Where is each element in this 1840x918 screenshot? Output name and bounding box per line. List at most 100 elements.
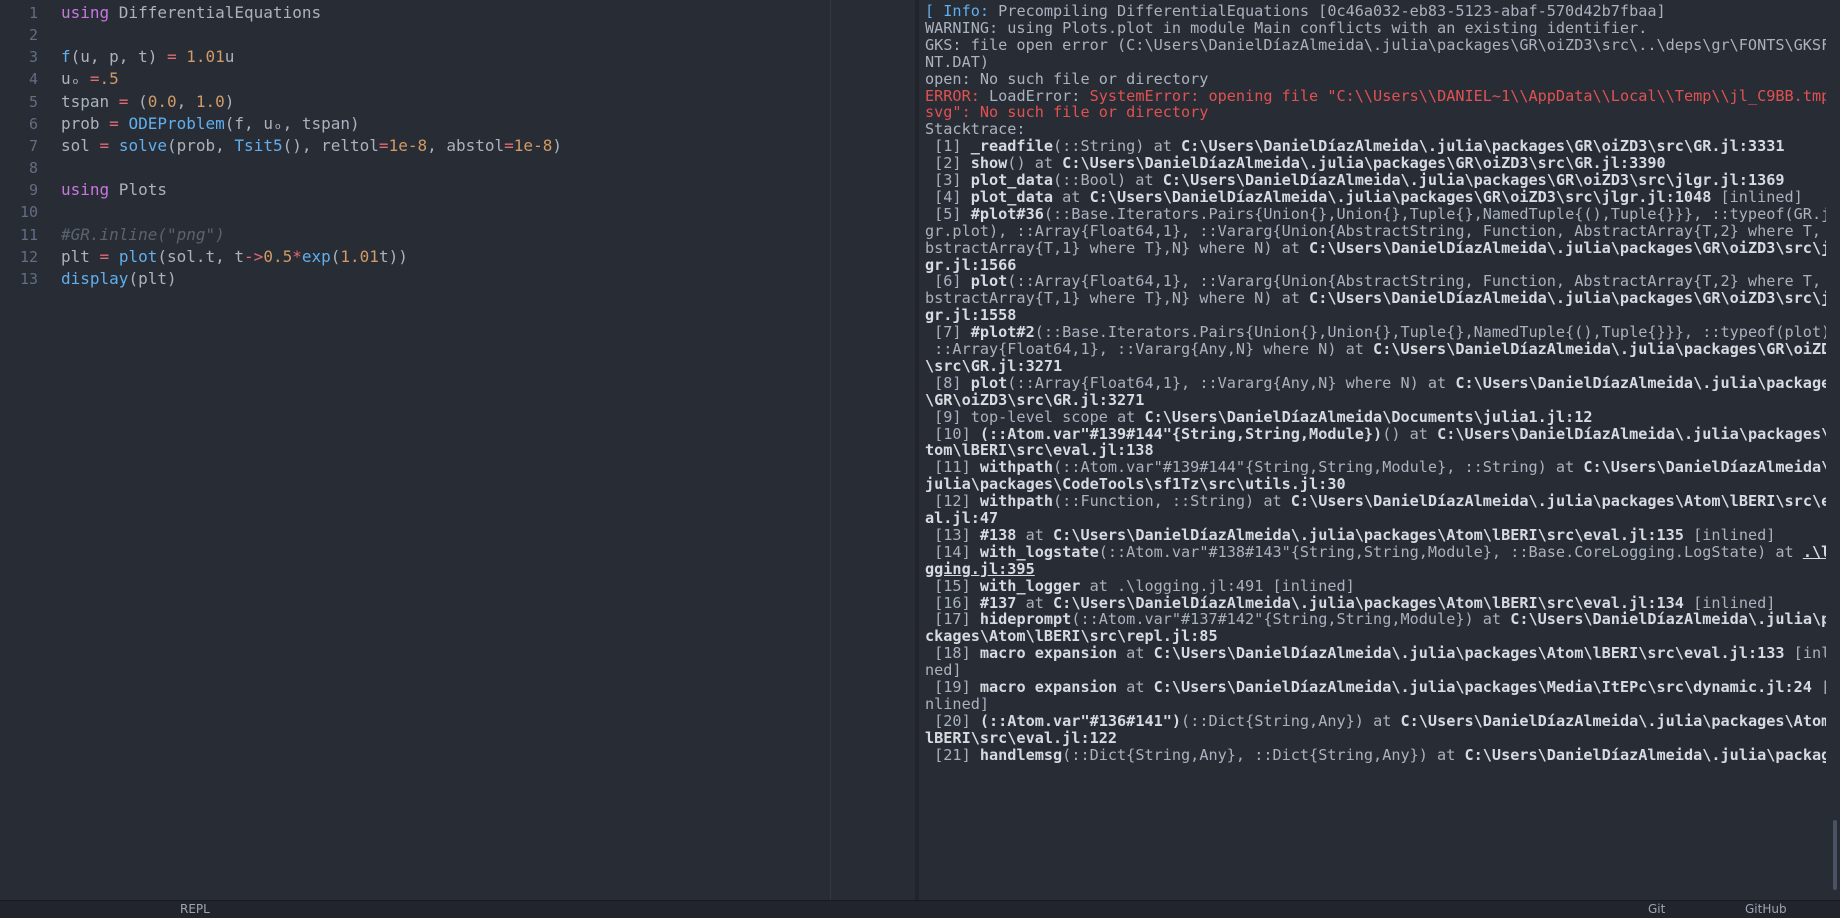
- code-token: uₒ: [61, 69, 90, 89]
- code-token: f: [61, 47, 71, 67]
- console-link[interactable]: gging.jl:395: [925, 560, 1035, 578]
- console-line: [10] (::Atom.var"#139#144"{String,String…: [925, 425, 1826, 443]
- console-scrollbar[interactable]: [1833, 820, 1837, 890]
- console-link[interactable]: .\lo: [1803, 543, 1826, 561]
- console-text: C:\Users\DanielDíazAlmeida\.julia\packag…: [1053, 593, 1684, 612]
- console-text: with_logstate: [979, 542, 1099, 561]
- console-line: WARNING: using Plots.plot in module Main…: [925, 19, 1826, 37]
- code-token: 1.0: [195, 91, 225, 111]
- console-text: withpath: [979, 458, 1054, 477]
- code-token: #GR.inline("png"): [61, 224, 225, 244]
- console-line: [11] withpath(::Atom.var"#139#144"{Strin…: [925, 458, 1826, 476]
- console-text: hideprompt: [979, 610, 1072, 629]
- status-git-label[interactable]: Git: [1648, 902, 1665, 916]
- code-token: =: [99, 135, 110, 155]
- console-text: [9] top-level scope at: [925, 407, 1145, 426]
- console-text: ::Array{Float64,1}, ::Vararg{Any,N} wher…: [925, 340, 1374, 358]
- status-github-label[interactable]: GitHub: [1745, 902, 1787, 916]
- console-text: C:\Users\DanielDíazAlmeida\.julia\packag…: [1309, 289, 1826, 308]
- console-line: [9] top-level scope at C:\Users\DanielDí…: [925, 408, 1826, 426]
- console-line: Stacktrace:: [925, 120, 1826, 138]
- code-token: 1e-8: [388, 135, 428, 155]
- console-text: #plot#36: [970, 204, 1044, 223]
- console-text: C:\Users\DanielDíazAlmeida\.: [1583, 458, 1826, 477]
- code-line[interactable]: sol = solve(prob, Tsit5(), reltol=1e-8, …: [61, 133, 562, 159]
- code-token: ): [224, 91, 235, 111]
- console-text: [17]: [925, 610, 980, 629]
- console-text: at: [1117, 678, 1154, 696]
- console-line: gr.plot), ::Array{Float64,1}, ::Vararg{U…: [925, 222, 1826, 240]
- code-token: =: [504, 135, 514, 155]
- console-text: [8]: [925, 373, 971, 392]
- code-token: , abstol: [427, 135, 505, 155]
- status-repl-label[interactable]: REPL: [180, 902, 210, 916]
- code-token: using: [61, 180, 110, 200]
- code-token: display: [61, 268, 129, 288]
- console-text: [15]: [925, 576, 980, 595]
- console-text: [inlined]: [1711, 187, 1803, 206]
- code-line[interactable]: display(plt): [61, 266, 177, 292]
- console-line: svg": No such file or directory: [925, 103, 1826, 121]
- console-text: #137: [979, 593, 1017, 612]
- console-line: gr.jl:1566: [925, 256, 1826, 274]
- code-token: t)): [378, 246, 408, 266]
- console-text: handlemsg: [979, 745, 1063, 764]
- console-text: (::Atom.var"#139#144"{String,String,Modu…: [979, 424, 1383, 443]
- console-text: C:\Users\DanielDíazAlmeida\.julia\packag…: [1464, 745, 1827, 764]
- console-text: show: [970, 154, 1008, 173]
- console-text: (::Dict{String,Any}) at: [1181, 711, 1401, 730]
- console-text: _readfile: [970, 137, 1054, 156]
- console-text: svg": No such file or directory: [925, 103, 1209, 122]
- console-text: bstractArray{T,1} where T},N} where N) a…: [925, 289, 1310, 308]
- console-line: gging.jl:395: [925, 560, 1826, 578]
- console-text: C:\Users\DanielDíazAlmeida\Documents\jul…: [1144, 407, 1593, 426]
- console-line: al.jl:47: [925, 509, 1826, 527]
- code-line[interactable]: using Plots: [61, 177, 167, 203]
- console-line: [7] #plot#2(::Base.Iterators.Pairs{Union…: [925, 323, 1826, 341]
- repl-console[interactable]: [ Info: Precompiling DifferentialEquatio…: [919, 0, 1840, 900]
- code-token: 1e-8: [513, 135, 553, 155]
- console-line: [16] #137 at C:\Users\DanielDíazAlmeida\…: [925, 594, 1826, 612]
- code-token: .5: [99, 69, 119, 89]
- code-token: Plots: [109, 180, 167, 200]
- console-line: [2] show() at C:\Users\DanielDíazAlmeida…: [925, 154, 1826, 172]
- console-text: C:\Users\DanielDíazAlmeida\.julia\packag…: [1455, 373, 1826, 392]
- console-text: C:\Users\DanielDíazAlmeida\.julia\packag…: [1181, 137, 1785, 156]
- code-token: ,: [176, 91, 196, 111]
- console-text: gr.jl:1558: [925, 306, 1017, 325]
- console-line: [18] macro expansion at C:\Users\DanielD…: [925, 644, 1826, 662]
- console-text: at: [1117, 644, 1154, 663]
- console-line: ckages\Atom\lBERI\src\repl.jl:85: [925, 627, 1826, 645]
- console-line: [3] plot_data(::Bool) at C:\Users\Daniel…: [925, 171, 1826, 189]
- console-text: plot: [970, 272, 1008, 291]
- code-token: ): [552, 135, 562, 155]
- status-bar: REPL Git GitHub: [0, 900, 1840, 918]
- console-text: GKS: file open error (C:\Users\DanielDía…: [925, 35, 1826, 54]
- console-line: [19] macro expansion at C:\Users\DanielD…: [925, 678, 1826, 696]
- console-text: (::Atom.var"#139#144"{String,String,Modu…: [1053, 458, 1584, 477]
- console-text: [10]: [925, 424, 980, 443]
- console-line: [13] #138 at C:\Users\DanielDíazAlmeida\…: [925, 526, 1826, 544]
- console-text: (::String) at: [1053, 137, 1182, 156]
- console-text: [19]: [925, 678, 980, 696]
- console-text: C:\Users\DanielDíazAlmeida\.julia\packag…: [1437, 424, 1826, 443]
- console-line: [12] withpath(::Function, ::String) at C…: [925, 492, 1826, 510]
- code-token: ODEProblem: [128, 113, 225, 133]
- console-text: C:\Users\DanielDíazAlmeida\.julia\packag…: [1089, 187, 1712, 206]
- code-token: 1.01: [186, 47, 225, 67]
- console-text: [ Info:: [925, 2, 999, 20]
- code-token: =: [118, 91, 129, 111]
- console-line: open: No such file or directory: [925, 70, 1826, 88]
- console-text: #plot#2: [970, 323, 1035, 342]
- code-token: (prob,: [166, 135, 235, 155]
- console-text: [12]: [925, 492, 980, 511]
- console-line: [8] plot(::Array{Float64,1}, ::Vararg{An…: [925, 374, 1826, 392]
- console-text: [7]: [925, 323, 971, 342]
- console-text: ned]: [925, 661, 962, 680]
- code-token: (: [128, 91, 148, 111]
- console-text: gr.jl:1566: [925, 255, 1017, 274]
- code-editor[interactable]: 1 2 3 4 5 6 7 8 9 10 11 12 13 using DifferentialEqua…: [0, 0, 915, 900]
- code-token: (u, p, t): [70, 47, 167, 67]
- console-text: nlined]: [925, 694, 990, 713]
- code-line[interactable]: using DifferentialEquations: [61, 0, 321, 26]
